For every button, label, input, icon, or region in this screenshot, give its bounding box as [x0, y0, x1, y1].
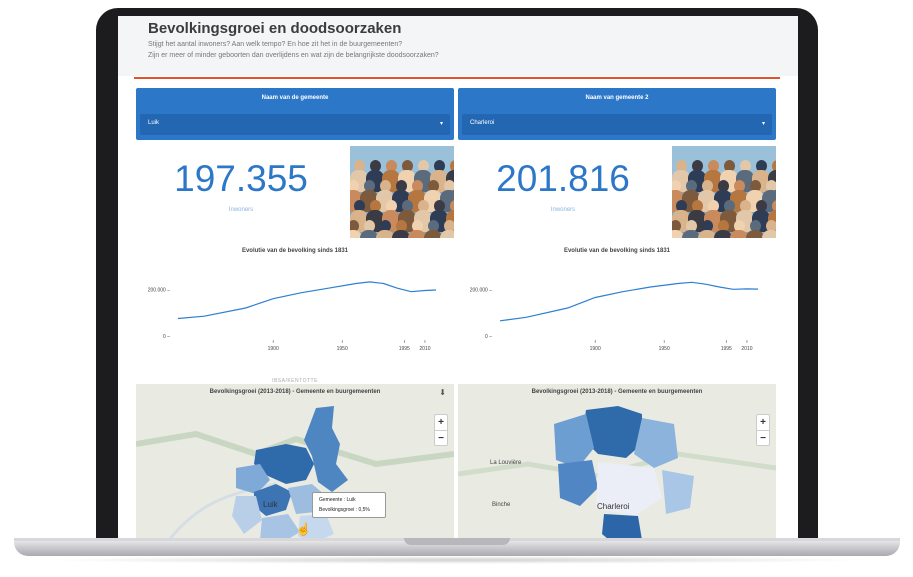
population-value: 201.816 [496, 158, 630, 199]
page-title: Bevolkingsgroei en doodsoorzaken [148, 20, 402, 37]
crowd-photo [672, 146, 776, 238]
intro-text-1: Stijgt het aantal inwoners? Aan welk tem… [148, 41, 403, 48]
zoom-out-button[interactable]: − [757, 430, 769, 445]
y-tick-label: 200.000 – [470, 287, 492, 293]
series-line [499, 281, 759, 322]
x-tick-label: 1900 [590, 346, 601, 352]
crowd-photo [350, 146, 454, 238]
map-place-label: La Louvière [490, 460, 522, 466]
municipality-dropdown[interactable]: Charleroi ▾ [462, 114, 772, 135]
chart-title: Evolutie van de bevolking sinds 1831 [563, 248, 671, 254]
x-tick-label: 2010 [741, 346, 752, 352]
population-value: 197.355 [174, 158, 308, 199]
caret-down-icon: ▾ [439, 121, 443, 127]
select-label: Naam van gemeente 2 [585, 95, 649, 101]
map-title: Bevolkingsgroei (2013-2018) - Gemeente e… [209, 389, 381, 395]
population-line-chart: 200.000 – 0 – 1900 1950 1995 2010 [148, 281, 437, 352]
device-stage: Bevolkingsgroei en doodsoorzaken Stijgt … [0, 0, 913, 577]
dropdown-value: Charleroi [470, 120, 495, 126]
y-tick-label: 0 – [163, 334, 170, 340]
map-city-label: Charleroi [597, 502, 630, 511]
caret-down-icon: ▾ [761, 121, 765, 127]
dashboard-screen: Bevolkingsgroei en doodsoorzaken Stijgt … [118, 16, 798, 538]
y-tick-label: 0 – [485, 334, 492, 340]
x-tick-label: 1950 [337, 346, 348, 352]
x-tick-label: 1900 [268, 346, 279, 352]
x-tick-label: 2010 [419, 346, 430, 352]
x-tick-label: 1950 [659, 346, 670, 352]
zoom-controls: + − [756, 414, 770, 446]
population-chart-1: Evolutie van de bevolking sinds 1831 200… [136, 248, 454, 364]
series-line [177, 281, 437, 320]
municipality-panel-2: Naam van gemeente 2 Charleroi ▾ 201.816 … [458, 88, 776, 538]
laptop-notch [404, 538, 510, 545]
page-header: Bevolkingsgroei en doodsoorzaken Stijgt … [118, 16, 798, 76]
y-tick-label: 200.000 – [148, 287, 170, 293]
population-label: Inwoners [550, 207, 576, 213]
map-place-label: Binche [492, 502, 511, 508]
download-icon[interactable]: ⬇ [439, 388, 446, 397]
zoom-in-button[interactable]: + [757, 415, 769, 430]
tooltip-municipality: Gemeente : Luik [319, 497, 356, 503]
zoom-out-button[interactable]: − [435, 430, 447, 445]
municipality-selector-1: Naam van de gemeente Luik ▾ [136, 88, 454, 140]
select-label: Naam van de gemeente [261, 95, 329, 101]
municipality-panel-1: Naam van de gemeente Luik ▾ 197.355 Inwo… [136, 88, 454, 538]
intro-text-2: Zijn er meer of minder geboorten dan ove… [148, 52, 439, 59]
choropleth-map [136, 384, 454, 538]
population-label: Inwoners [228, 207, 254, 213]
laptop-shadow [40, 556, 874, 564]
map-city-label: Luik [263, 500, 278, 509]
x-tick-label: 1995 [721, 346, 732, 352]
population-stat: 197.355 Inwoners [136, 144, 346, 234]
laptop-base [14, 538, 900, 556]
zoom-controls: + − [434, 414, 448, 446]
municipality-dropdown[interactable]: Luik ▾ [140, 114, 450, 135]
growth-map-2[interactable]: Bevolkingsgroei (2013-2018) - Gemeente e… [458, 384, 776, 538]
population-stat: 201.816 Inwoners [458, 144, 668, 234]
x-tick-label: 1995 [399, 346, 410, 352]
map-tooltip: Gemeente : Luik Bevolkingsgroei : 0,5% [312, 492, 386, 518]
population-chart-2: Evolutie van de bevolking sinds 1831 200… [458, 248, 776, 364]
hand-cursor-icon: ☝ [296, 522, 311, 536]
chart-title: Evolutie van de bevolking sinds 1831 [241, 248, 349, 254]
zoom-in-button[interactable]: + [435, 415, 447, 430]
map-title: Bevolkingsgroei (2013-2018) - Gemeente e… [531, 389, 703, 395]
header-divider [134, 77, 780, 79]
tooltip-growth: Bevolkingsgroei : 0,5% [319, 507, 370, 513]
growth-map-1[interactable]: Bevolkingsgroei (2013-2018) - Gemeente e… [136, 384, 454, 538]
dropdown-value: Luik [148, 120, 160, 126]
population-line-chart: 200.000 – 0 – 1900 1950 1995 2010 [470, 281, 759, 352]
municipality-selector-2: Naam van gemeente 2 Charleroi ▾ [458, 88, 776, 140]
